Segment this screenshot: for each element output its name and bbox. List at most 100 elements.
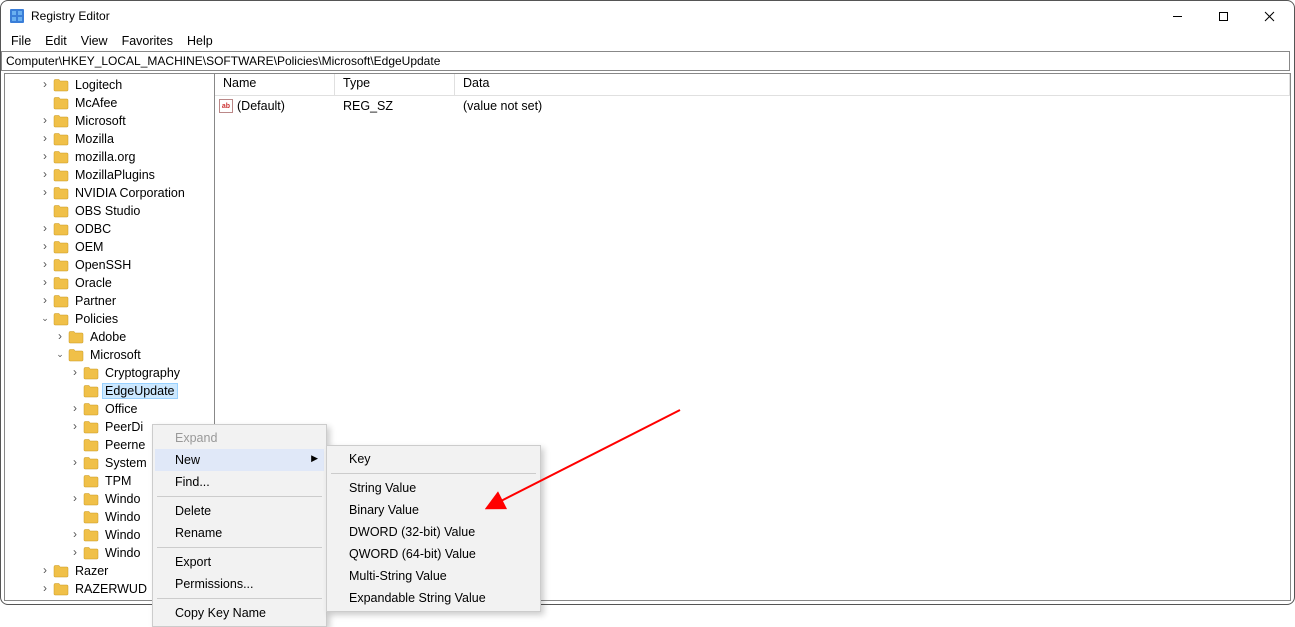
col-header-type[interactable]: Type [335, 74, 455, 95]
chevron-icon[interactable] [39, 314, 51, 325]
folder-icon [53, 294, 69, 308]
folder-icon [53, 258, 69, 272]
tree-item-obs-studio[interactable]: OBS Studio [5, 202, 214, 220]
tree-item-mozilla[interactable]: Mozilla [5, 130, 214, 148]
chevron-icon[interactable] [69, 456, 81, 470]
folder-icon [83, 492, 99, 506]
value-name: (Default) [237, 99, 285, 113]
chevron-icon[interactable] [69, 366, 81, 380]
ctx-export[interactable]: Export [155, 551, 324, 573]
tree-item-adobe[interactable]: Adobe [5, 328, 214, 346]
menu-file[interactable]: File [5, 32, 37, 50]
chevron-icon[interactable] [69, 528, 81, 542]
ctx-find[interactable]: Find... [155, 471, 324, 493]
ctx-copykey[interactable]: Copy Key Name [155, 602, 324, 624]
chevron-icon[interactable] [54, 350, 66, 361]
chevron-icon[interactable] [39, 294, 51, 308]
ctx-permissions[interactable]: Permissions... [155, 573, 324, 595]
folder-icon [53, 96, 69, 110]
chevron-icon[interactable] [39, 564, 51, 578]
values-body: ab(Default)REG_SZ(value not set) [215, 96, 1290, 116]
tree-item-cryptography[interactable]: Cryptography [5, 364, 214, 382]
chevron-icon[interactable] [39, 276, 51, 290]
tree-item-policies[interactable]: Policies [5, 310, 214, 328]
chevron-icon[interactable] [69, 492, 81, 506]
maximize-button[interactable] [1200, 1, 1246, 31]
chevron-icon[interactable] [69, 402, 81, 416]
chevron-icon[interactable] [39, 150, 51, 164]
tree-item-microsoft[interactable]: Microsoft [5, 346, 214, 364]
chevron-icon[interactable] [69, 420, 81, 434]
tree-item-label: Cryptography [103, 366, 182, 380]
chevron-icon[interactable] [69, 546, 81, 560]
ctx-new-key[interactable]: Key [329, 448, 538, 470]
tree-item-oracle[interactable]: Oracle [5, 274, 214, 292]
folder-icon [68, 330, 84, 344]
tree-item-label: Policies [73, 312, 120, 326]
chevron-icon[interactable] [39, 240, 51, 254]
tree-item-label: OEM [73, 240, 105, 254]
chevron-icon[interactable] [39, 186, 51, 200]
tree-item-oem[interactable]: OEM [5, 238, 214, 256]
chevron-icon[interactable] [39, 78, 51, 92]
value-data: (value not set) [455, 99, 1290, 113]
chevron-icon[interactable] [39, 582, 51, 596]
col-header-data[interactable]: Data [455, 74, 1290, 95]
chevron-icon[interactable] [39, 168, 51, 182]
separator [157, 496, 322, 497]
close-button[interactable] [1246, 1, 1292, 31]
ctx-new-multi[interactable]: Multi-String Value [329, 565, 538, 587]
tree-item-label: Windo [103, 492, 142, 506]
tree-item-partner[interactable]: Partner [5, 292, 214, 310]
tree-item-label: Windo [103, 510, 142, 524]
tree-item-label: Mozilla [73, 132, 116, 146]
minimize-button[interactable] [1154, 1, 1200, 31]
ctx-new[interactable]: New▶ [155, 449, 324, 471]
chevron-icon[interactable] [54, 330, 66, 344]
context-menu-key: Expand New▶ Find... Delete Rename Export… [152, 424, 327, 627]
separator [157, 598, 322, 599]
chevron-icon[interactable] [39, 258, 51, 272]
tree-item-mozillaplugins[interactable]: MozillaPlugins [5, 166, 214, 184]
tree-item-label: ODBC [73, 222, 113, 236]
tree-item-label: PeerDi [103, 420, 145, 434]
menubar: File Edit View Favorites Help [1, 31, 1294, 51]
chevron-icon[interactable] [39, 114, 51, 128]
tree-item-nvidia-corporation[interactable]: NVIDIA Corporation [5, 184, 214, 202]
menu-favorites[interactable]: Favorites [116, 32, 179, 50]
tree-item-openssh[interactable]: OpenSSH [5, 256, 214, 274]
tree-item-label: Oracle [73, 276, 114, 290]
window-controls [1154, 1, 1292, 31]
menu-view[interactable]: View [75, 32, 114, 50]
window-title: Registry Editor [31, 9, 110, 23]
tree-item-edgeupdate[interactable]: EdgeUpdate [5, 382, 214, 400]
tree-item-odbc[interactable]: ODBC [5, 220, 214, 238]
tree-item-logitech[interactable]: Logitech [5, 76, 214, 94]
ctx-new-qword[interactable]: QWORD (64-bit) Value [329, 543, 538, 565]
values-header: Name Type Data [215, 74, 1290, 96]
ctx-delete[interactable]: Delete [155, 500, 324, 522]
ctx-new-dword[interactable]: DWORD (32-bit) Value [329, 521, 538, 543]
tree-item-mcafee[interactable]: McAfee [5, 94, 214, 112]
chevron-icon[interactable] [39, 132, 51, 146]
ctx-new-binary[interactable]: Binary Value [329, 499, 538, 521]
address-bar[interactable]: Computer\HKEY_LOCAL_MACHINE\SOFTWARE\Pol… [1, 51, 1290, 71]
folder-icon [53, 582, 69, 596]
value-row[interactable]: ab(Default)REG_SZ(value not set) [215, 96, 1290, 116]
tree-item-label: TPM [103, 474, 133, 488]
context-menu-new: Key String Value Binary Value DWORD (32-… [326, 445, 541, 612]
chevron-icon[interactable] [39, 222, 51, 236]
menu-help[interactable]: Help [181, 32, 219, 50]
tree-item-microsoft[interactable]: Microsoft [5, 112, 214, 130]
separator [157, 547, 322, 548]
ctx-new-string[interactable]: String Value [329, 477, 538, 499]
tree-item-mozilla-org[interactable]: mozilla.org [5, 148, 214, 166]
tree-item-label: Partner [73, 294, 118, 308]
tree-item-office[interactable]: Office [5, 400, 214, 418]
folder-icon [83, 384, 99, 398]
ctx-new-expand[interactable]: Expandable String Value [329, 587, 538, 609]
menu-edit[interactable]: Edit [39, 32, 73, 50]
ctx-rename[interactable]: Rename [155, 522, 324, 544]
folder-icon [83, 402, 99, 416]
col-header-name[interactable]: Name [215, 74, 335, 95]
